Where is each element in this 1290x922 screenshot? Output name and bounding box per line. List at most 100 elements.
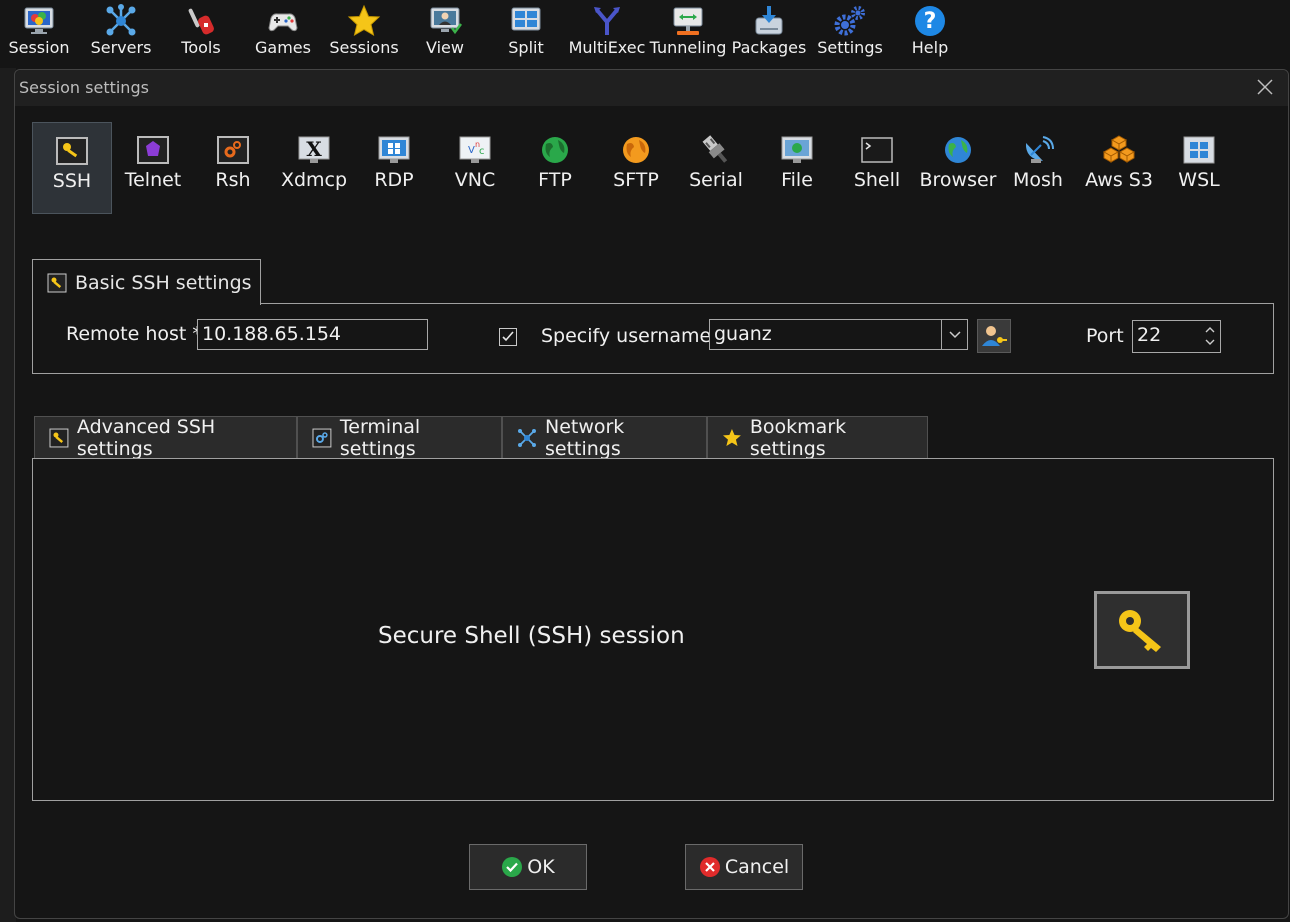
port-spinner-icon[interactable] <box>1200 321 1220 351</box>
port-value: 22 <box>1137 324 1162 346</box>
tab-label: Terminal settings <box>339 415 421 460</box>
tab-bookmark-settings[interactable]: Bookmark settings <box>707 415 928 460</box>
session-type-label: Mosh <box>1013 169 1063 191</box>
session-type-label: Aws S3 <box>1085 169 1153 191</box>
toolbar-label: Servers <box>90 38 152 57</box>
close-icon[interactable] <box>1254 76 1276 98</box>
tab-basic-ssh-settings[interactable]: Basic SSH settings <box>32 259 261 305</box>
toolbar-servers-button[interactable]: Servers <box>88 4 154 66</box>
tab-terminal-settings[interactable]: Terminal settings <box>297 415 502 460</box>
session-type-wsl[interactable]: WSL <box>1159 122 1239 214</box>
dialog-title-bar[interactable]: Session settings <box>15 70 1288 106</box>
toolbar-label: Tunneling <box>649 38 727 57</box>
session-type-label: RDP <box>374 169 414 191</box>
port-label: Port <box>1086 325 1124 347</box>
toolbar-tunneling-button[interactable]: Tunneling <box>650 4 726 66</box>
xdmcp-icon: X <box>298 136 330 163</box>
toolbar-label: Session <box>8 38 70 57</box>
remote-host-input[interactable]: 10.188.65.154 <box>197 319 428 350</box>
svg-text:X: X <box>306 137 322 161</box>
session-type-telnet[interactable]: Telnet <box>113 122 193 214</box>
session-settings-dialog: Session settings SSH Telnet Rsh X Xdmcp … <box>14 69 1289 919</box>
session-type-aws-s3[interactable]: Aws S3 <box>1079 122 1159 214</box>
ok-label: OK <box>527 856 555 878</box>
session-type-label: Telnet <box>124 169 182 191</box>
multiexec-fork-icon <box>594 7 620 35</box>
session-type-file[interactable]: File <box>757 122 837 214</box>
session-type-serial[interactable]: Serial <box>676 122 756 214</box>
ftp-globe-icon <box>542 137 568 163</box>
toolbar-label: Split <box>508 38 544 57</box>
mosh-satellite-icon <box>1025 136 1054 163</box>
ssh-key-icon <box>56 137 88 165</box>
toolbar-label: Settings <box>817 38 883 57</box>
cancel-button[interactable]: Cancel <box>685 844 803 890</box>
chevron-down-icon <box>949 331 961 339</box>
session-monitor-icon <box>24 7 54 34</box>
session-type-sftp[interactable]: SFTP <box>596 122 676 214</box>
toolbar-sessions-button[interactable]: Sessions <box>329 4 399 66</box>
toolbar-session-button[interactable]: Session <box>6 4 72 66</box>
session-type-rsh[interactable]: Rsh <box>193 122 273 214</box>
svg-text:c: c <box>479 146 485 157</box>
session-type-ftp[interactable]: FTP <box>515 122 595 214</box>
servers-network-icon <box>106 4 136 36</box>
gears-icon <box>834 6 865 36</box>
ok-button[interactable]: OK <box>469 844 587 890</box>
specify-username-checkbox[interactable] <box>499 328 517 346</box>
network-icon <box>517 428 536 447</box>
user-manager-button[interactable] <box>977 319 1011 353</box>
session-type-xdmcp[interactable]: X Xdmcp <box>274 122 354 214</box>
username-dropdown-button[interactable] <box>941 320 967 349</box>
port-input[interactable]: 22 <box>1132 320 1221 353</box>
username-value: guanz <box>714 323 772 345</box>
toolbar-tools-button[interactable]: Tools <box>170 4 232 66</box>
toolbar-multiexec-button[interactable]: MultiExec <box>569 4 645 66</box>
advanced-settings-panel: Secure Shell (SSH) session <box>32 458 1274 801</box>
checkmark-icon <box>502 331 514 342</box>
username-combobox[interactable]: guanz <box>709 319 968 350</box>
session-type-label: Xdmcp <box>280 169 348 191</box>
session-type-mosh[interactable]: Mosh <box>998 122 1078 214</box>
split-window-icon <box>511 7 541 31</box>
user-key-icon <box>982 326 1007 346</box>
session-type-rdp[interactable]: RDP <box>354 122 434 214</box>
toolbar-games-button[interactable]: Games <box>251 4 315 66</box>
shell-terminal-icon <box>861 137 893 163</box>
toolbar-label: Help <box>911 38 949 57</box>
session-type-vnc[interactable]: V n c VNC <box>435 122 515 214</box>
vnc-icon: V n c <box>459 136 491 163</box>
tab-label: Basic SSH settings <box>75 271 252 294</box>
tunneling-icon <box>673 7 703 35</box>
ssh-large-icon-frame <box>1094 591 1190 669</box>
tab-label: Advanced SSH settings <box>76 415 216 460</box>
session-type-shell[interactable]: Shell <box>837 122 917 214</box>
telnet-icon <box>137 136 169 164</box>
session-type-label: Shell <box>853 169 901 191</box>
session-type-ssh[interactable]: SSH <box>32 122 112 214</box>
toolbar-packages-button[interactable]: Packages <box>732 4 806 66</box>
session-type-label: Serial <box>689 169 743 191</box>
wrench-key-icon <box>49 428 69 447</box>
tab-label: Bookmark settings <box>749 415 847 460</box>
tools-knife-icon <box>188 8 214 35</box>
toolbar-split-button[interactable]: Split <box>500 4 552 66</box>
tab-network-settings[interactable]: Network settings <box>502 416 707 460</box>
serial-plug-icon <box>702 135 728 163</box>
toolbar-help-button[interactable]: ? Help <box>904 4 956 66</box>
packages-icon <box>755 6 783 35</box>
toolbar-settings-button[interactable]: Settings <box>816 4 884 66</box>
session-type-label: Browser <box>919 169 997 191</box>
cancel-label: Cancel <box>724 856 790 878</box>
toolbar-label: Tools <box>181 38 221 57</box>
session-type-label: SFTP <box>613 169 659 191</box>
star-icon <box>722 428 741 446</box>
session-type-browser[interactable]: Browser <box>918 122 998 214</box>
session-type-label: FTP <box>538 169 572 191</box>
view-monitor-icon <box>430 7 462 35</box>
svg-text:V: V <box>468 145 475 156</box>
toolbar-label: View <box>426 38 464 57</box>
toolbar-view-button[interactable]: View <box>418 4 472 66</box>
tab-advanced-ssh-settings[interactable]: Advanced SSH settings <box>34 415 297 460</box>
check-circle-icon <box>502 857 523 877</box>
